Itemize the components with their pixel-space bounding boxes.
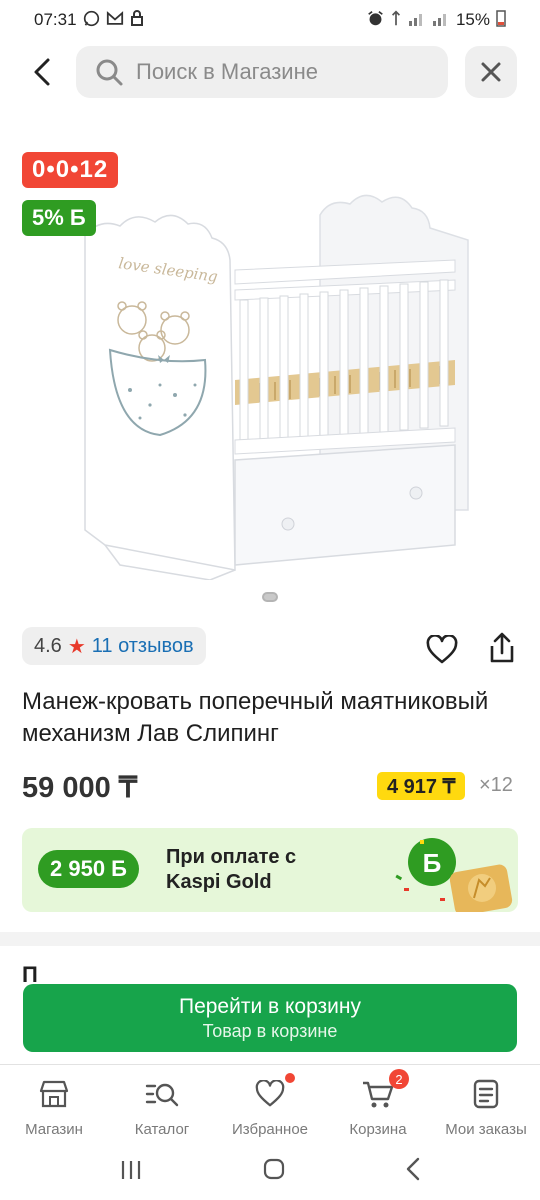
kaspi-gold-banner[interactable]: 2 950 Б При оплате с Kaspi Gold Б — [22, 828, 518, 912]
product-title: Манеж-кровать поперечный маятниковый мех… — [22, 688, 489, 747]
in-cart-sublabel: Товар в корзине — [202, 1021, 338, 1041]
heart-icon — [253, 1073, 295, 1111]
bottom-navigation: Магазин Каталог Избранное 2 Корзина Мои … — [0, 1064, 540, 1144]
bonus-amount: 2 950 Б — [38, 850, 139, 888]
favorite-button[interactable] — [420, 628, 464, 672]
gmail-icon — [106, 10, 124, 30]
system-back-button[interactable] — [405, 1157, 421, 1188]
home-icon — [263, 1158, 285, 1179]
bonus-badge: 5% Б — [22, 200, 96, 236]
nav-item-shop[interactable]: Магазин — [0, 1065, 108, 1144]
nav-label-shop: Магазин — [25, 1121, 83, 1138]
svg-text:Б: Б — [423, 848, 442, 878]
orders-icon — [469, 1077, 503, 1111]
back-button[interactable] — [22, 52, 62, 92]
recent-apps-icon — [122, 1160, 141, 1179]
signal-icon — [408, 10, 426, 30]
signal-icon — [432, 10, 450, 30]
nav-item-favorites[interactable]: Избранное — [216, 1065, 324, 1144]
chevron-left-icon — [406, 1157, 419, 1180]
shop-icon — [37, 1077, 71, 1111]
search-placeholder: Поиск в Магазине — [136, 59, 318, 84]
close-icon — [481, 62, 501, 82]
installment-badge: 0•0•12 — [22, 152, 119, 188]
nav-label-catalog: Каталог — [134, 1121, 190, 1138]
status-bar: 07:31 15% — [0, 0, 540, 40]
share-button[interactable] — [480, 626, 524, 670]
recent-apps-button[interactable] — [119, 1157, 143, 1188]
product-price: 59 000 ₸ — [22, 772, 138, 804]
catalog-icon — [145, 1077, 179, 1111]
reviews-link[interactable]: 11 отзывов — [92, 635, 194, 658]
status-right: 15% — [367, 9, 506, 31]
go-to-cart-button[interactable]: Перейти в корзину Товар в корзине — [23, 984, 517, 1052]
system-navigation — [0, 1144, 540, 1200]
nav-label-cart: Корзина — [349, 1121, 407, 1138]
alarm-icon — [367, 10, 384, 31]
whatsapp-icon — [83, 10, 100, 31]
star-icon: ★ — [67, 635, 86, 658]
product-gallery[interactable]: love sleeping 0•0•12 5% Б — [0, 110, 540, 620]
battery-icon — [496, 9, 506, 31]
monthly-multiplier: ×12 — [479, 774, 513, 796]
search-icon — [96, 59, 123, 86]
cart-icon: 2 — [361, 1069, 409, 1111]
nav-label-favorites: Избранное — [231, 1121, 309, 1138]
kaspi-gold-illustration: Б — [395, 838, 513, 912]
search-input[interactable]: Поиск в Магазине — [76, 46, 448, 98]
monthly-payment[interactable]: 4 917 ₸ — [377, 772, 466, 800]
close-search-button[interactable] — [465, 46, 517, 98]
rating-value: 4.6 — [34, 634, 62, 657]
lock-icon — [130, 10, 144, 30]
section-separator — [0, 932, 540, 946]
product-image[interactable]: love sleeping — [60, 190, 480, 580]
search-header: Поиск в Магазине — [0, 40, 540, 104]
network-icon — [390, 9, 402, 31]
status-left: 07:31 — [34, 10, 144, 31]
heart-icon — [426, 635, 458, 664]
share-icon — [490, 632, 514, 663]
nav-label-orders: Мои заказы — [445, 1121, 527, 1138]
status-time: 07:31 — [34, 10, 77, 29]
battery-percent: 15% — [455, 10, 490, 29]
rating-chip[interactable]: 4.6 ★ 11 отзывов — [22, 627, 206, 665]
go-to-cart-label: Перейти в корзину — [178, 995, 362, 1018]
kaspi-gold-text: При оплате с Kaspi Gold — [166, 846, 297, 893]
cart-count-badge: 2 — [389, 1069, 409, 1089]
gallery-page-indicator — [262, 592, 278, 602]
home-button[interactable] — [262, 1157, 286, 1188]
favorites-notification-dot — [285, 1073, 295, 1083]
nav-item-orders[interactable]: Мои заказы — [432, 1065, 540, 1144]
chevron-left-icon — [34, 58, 50, 86]
nav-item-catalog[interactable]: Каталог — [108, 1065, 216, 1144]
nav-item-cart[interactable]: 2 Корзина — [324, 1065, 432, 1144]
